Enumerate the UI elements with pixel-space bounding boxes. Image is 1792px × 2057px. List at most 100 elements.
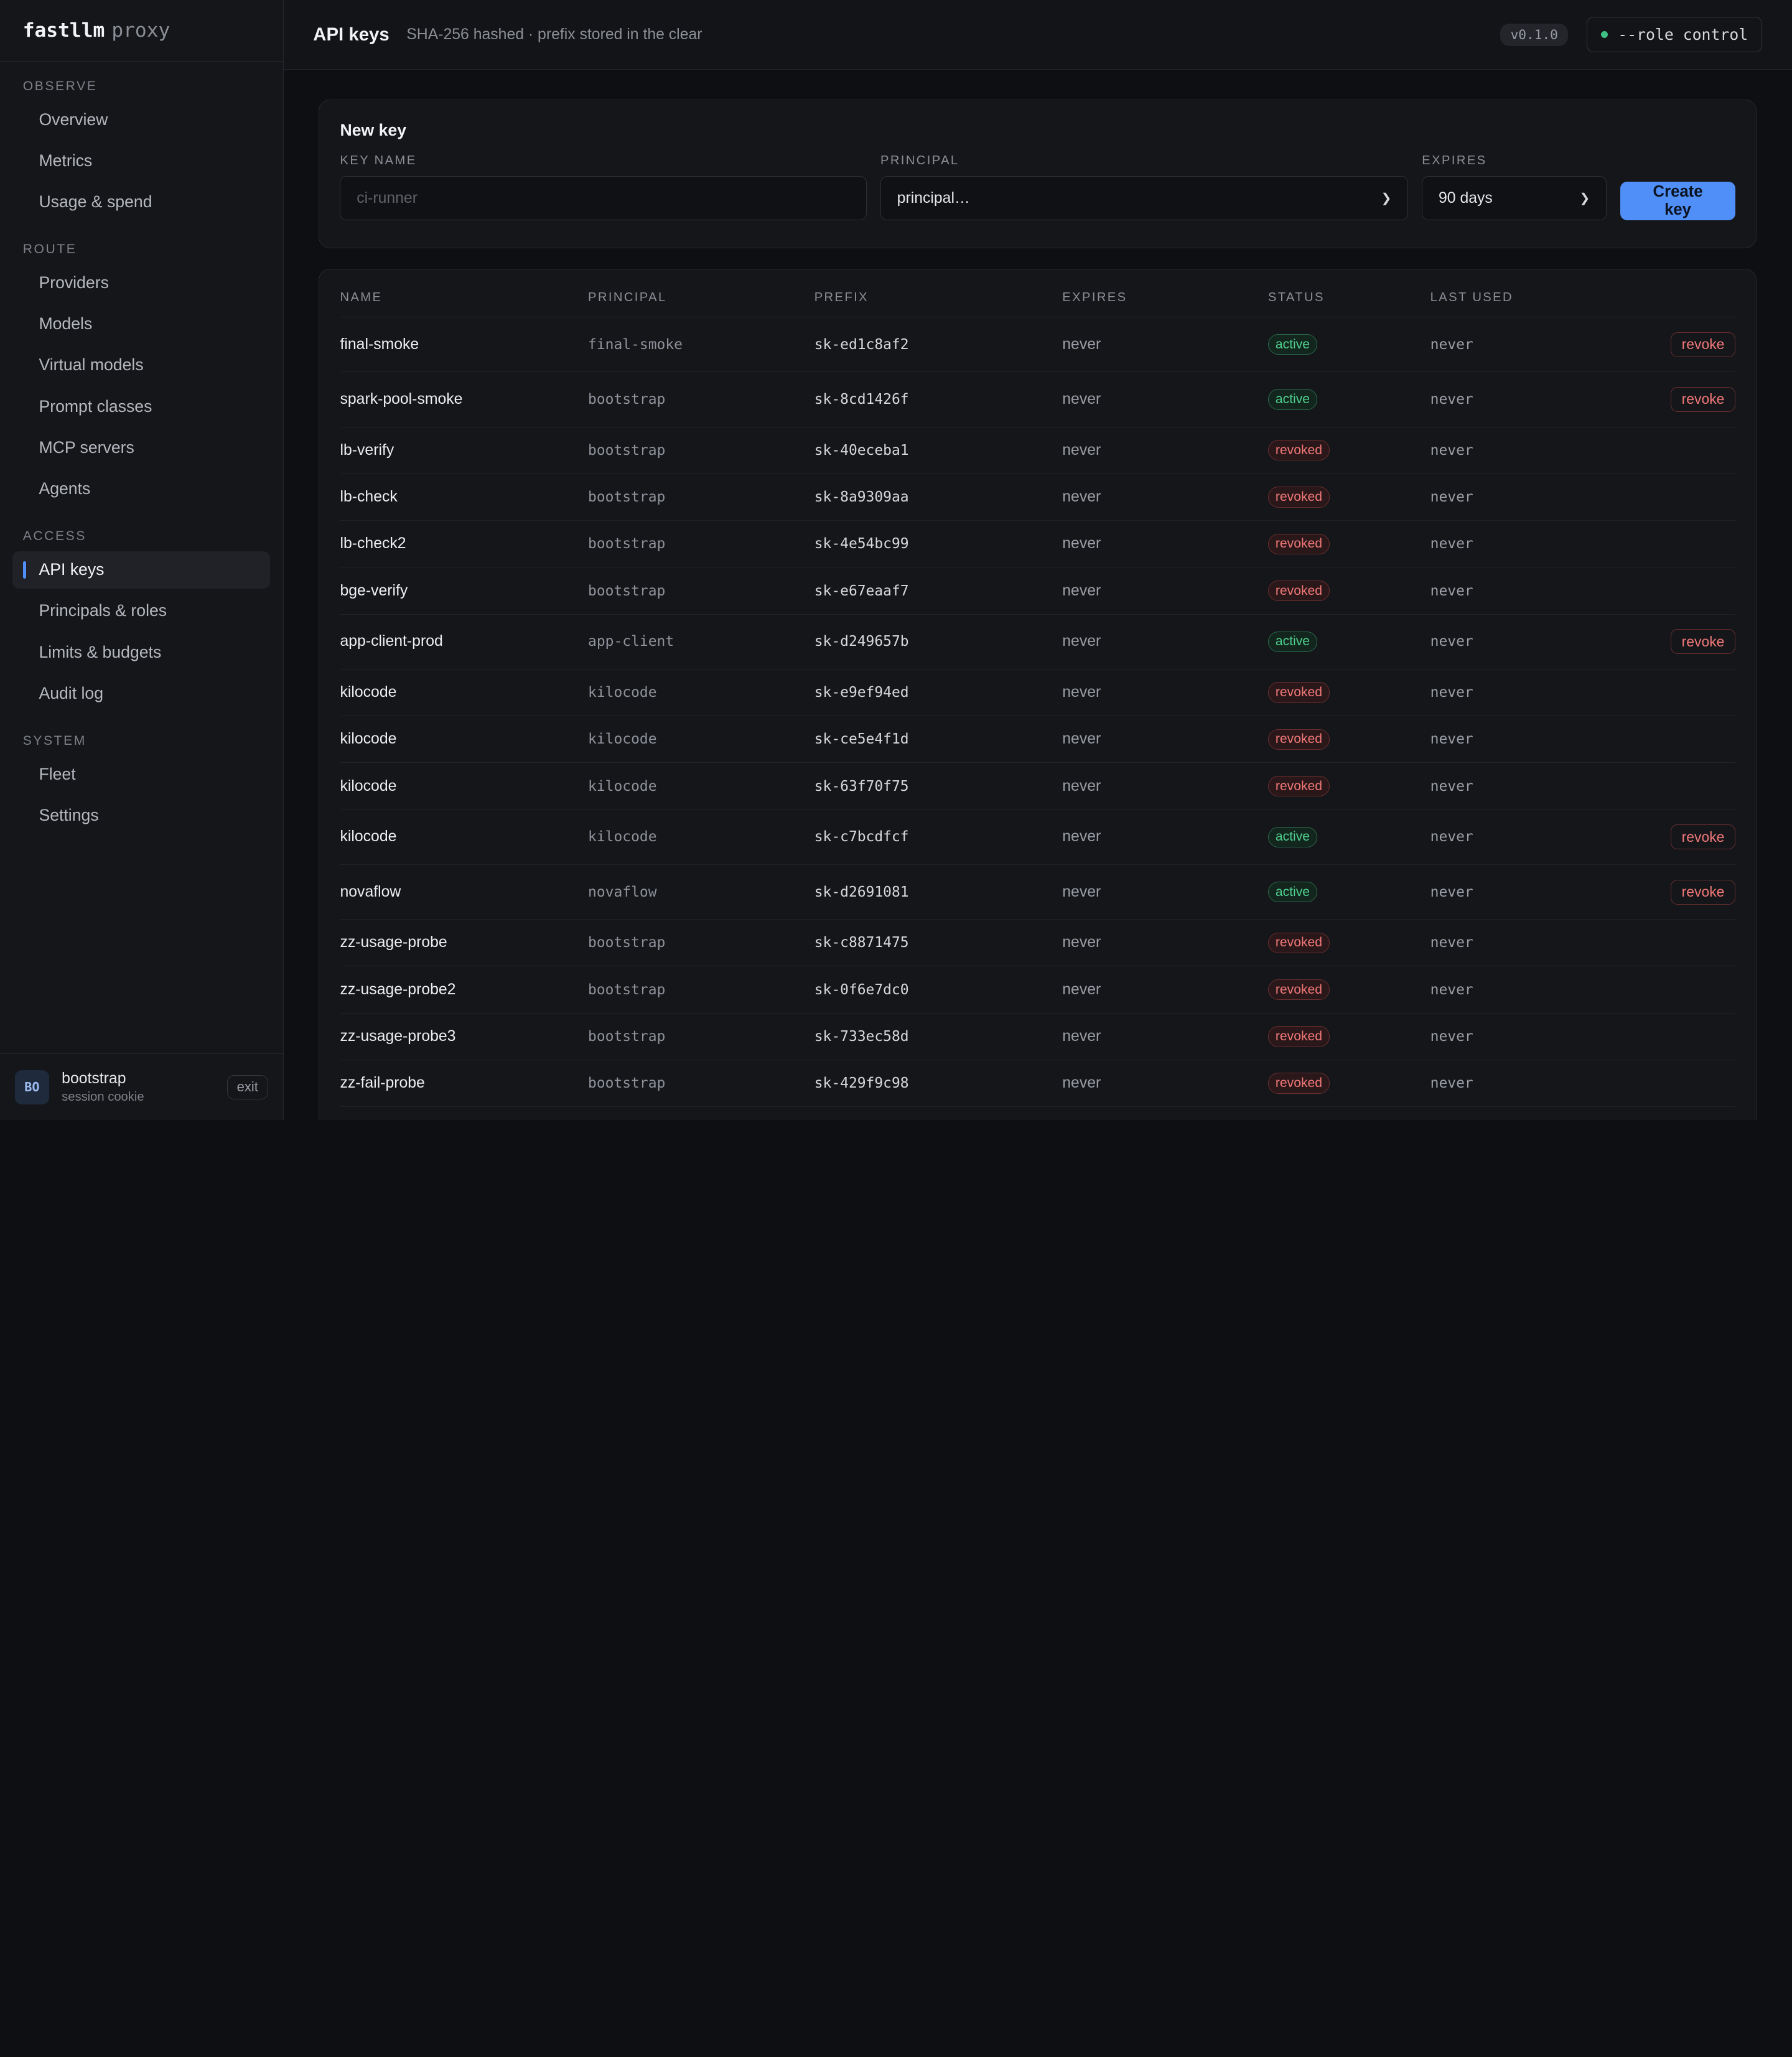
column-header: EXPIRES — [1062, 269, 1268, 318]
status-cell: active — [1267, 864, 1430, 920]
prefix-cell: sk-c8871475 — [814, 919, 1063, 967]
key-name-cell: kilocode — [340, 669, 589, 717]
sidebar-item-metrics[interactable]: Metrics — [12, 142, 270, 180]
expires-select[interactable]: 90 days ❯ — [1422, 175, 1607, 221]
principal-cell: bootstrap — [588, 520, 814, 568]
role-switch-button[interactable]: --role control — [1586, 17, 1763, 52]
revoke-button[interactable]: revoke — [1671, 629, 1735, 655]
prefix-cell: sk-e9ef94ed — [814, 669, 1063, 717]
prefix-cell: sk-40eceba1 — [814, 427, 1063, 474]
column-header: LAST USED — [1430, 269, 1636, 318]
last-used-cell: never — [1430, 716, 1636, 763]
principal-cell: bootstrap — [588, 473, 814, 521]
status-badge: revoked — [1267, 932, 1330, 953]
revoke-button[interactable]: revoke — [1671, 824, 1735, 850]
prefix-cell: sk-e67eaaf7 — [814, 567, 1063, 615]
key-name-cell: zz-usage-probe — [340, 919, 589, 967]
revoke-button[interactable]: revoke — [1671, 879, 1735, 905]
actions-cell — [1636, 1013, 1735, 1060]
status-cell: revoked — [1267, 919, 1430, 967]
revoke-button[interactable]: revoke — [1671, 332, 1735, 357]
create-key-button[interactable]: Create key — [1620, 181, 1735, 221]
prefix-cell: sk-0f6e7dc0 — [814, 966, 1063, 1014]
table-row: zz-usage-probe bootstrap sk-c8871475 never r… — [340, 919, 1735, 967]
status-cell: revoked — [1267, 473, 1430, 521]
brand-logo[interactable]: fastllm proxy — [0, 0, 283, 62]
actions-cell — [1636, 473, 1735, 521]
session-user-name: bootstrap — [62, 1070, 126, 1087]
sidebar-item-api-keys[interactable]: API keys — [12, 551, 271, 589]
key-name-cell: zz-usage-probe2 — [340, 966, 589, 1014]
column-header: PRINCIPAL — [588, 269, 814, 318]
principal-cell: bootstrap — [588, 966, 814, 1014]
last-used-cell: never — [1430, 371, 1636, 427]
sidebar-item-fleet[interactable]: Fleet — [12, 755, 270, 793]
key-name-input[interactable]: ci-runner — [340, 175, 867, 221]
table-header-row: NAME PRINCIPAL PREFIX EXPIRES STATUS LAST USE… — [340, 269, 1735, 318]
sidebar-item-overview[interactable]: Overview — [12, 101, 270, 139]
principal-cell: app-client — [588, 614, 814, 669]
principal-cell: bootstrap — [588, 919, 814, 967]
table-row: spark-pool-smoke bootstrap sk-8cd1426f neve… — [340, 371, 1735, 427]
sidebar-item-audit-log[interactable]: Audit log — [12, 674, 270, 712]
status-badge: revoked — [1267, 1026, 1330, 1047]
actions-cell: revoke — [1636, 317, 1735, 373]
table-body: final-smoke final-smoke sk-ed1c8af2 never ac… — [340, 317, 1735, 1108]
principal-label: PRINCIPAL — [880, 153, 959, 167]
sidebar-item-mcp-servers[interactable]: MCP servers — [12, 429, 270, 467]
prefix-cell: sk-63f70f75 — [814, 762, 1063, 810]
sidebar-item-usage-spend[interactable]: Usage & spend — [12, 183, 270, 221]
sidebar-item-providers[interactable]: Providers — [12, 264, 270, 302]
actions-cell — [1636, 762, 1735, 810]
status-cell: revoked — [1267, 1060, 1430, 1108]
last-used-cell: never — [1430, 919, 1636, 967]
sidebar-item-models[interactable]: Models — [12, 306, 270, 343]
column-header: NAME — [340, 269, 589, 318]
key-name-label: KEY NAME — [340, 153, 417, 167]
expires-label: EXPIRES — [1422, 153, 1487, 167]
key-name-cell: app-client-prod — [340, 614, 589, 669]
expires-cell: never — [1062, 809, 1268, 865]
prefix-cell: sk-8cd1426f — [814, 371, 1063, 427]
nav-section: SYSTEM Fleet Settings — [0, 716, 283, 834]
status-cell: revoked — [1267, 1013, 1430, 1060]
expires-cell: never — [1062, 716, 1268, 763]
actions-cell — [1636, 716, 1735, 763]
principal-select[interactable]: principal… ❯ — [880, 175, 1409, 221]
revoke-button[interactable]: revoke — [1671, 386, 1735, 412]
expires-cell: never — [1062, 317, 1268, 373]
key-name-cell: lb-check — [340, 473, 589, 521]
sidebar-item-prompt-classes[interactable]: Prompt classes — [12, 388, 270, 426]
sidebar-item-agents[interactable]: Agents — [12, 470, 270, 508]
principal-cell: bootstrap — [588, 1013, 814, 1060]
expires-cell: never — [1062, 371, 1268, 427]
last-used-cell: never — [1430, 614, 1636, 669]
sidebar-item-principals-roles[interactable]: Principals & roles — [12, 592, 270, 630]
sidebar-item-settings[interactable]: Settings — [12, 796, 270, 834]
key-name-cell: bge-verify — [340, 567, 589, 615]
sidebar-item-virtual-models[interactable]: Virtual models — [12, 347, 270, 385]
sidebar-item-limits-budgets[interactable]: Limits & budgets — [12, 633, 270, 671]
nav-section: OBSERVE Overview Metrics Usage & spend — [0, 62, 283, 220]
table-row: lb-check bootstrap sk-8a9309aa never revoked… — [340, 473, 1735, 521]
last-used-cell: never — [1430, 762, 1636, 810]
exit-button[interactable]: exit — [226, 1075, 268, 1099]
form-title: New key — [340, 120, 407, 139]
table-row: lb-verify bootstrap sk-40eceba1 never revoke… — [340, 427, 1735, 474]
status-badge: active — [1267, 334, 1318, 355]
last-used-cell: never — [1430, 1013, 1636, 1060]
principal-select-value: principal… — [897, 189, 970, 207]
key-name-cell: kilocode — [340, 716, 589, 763]
actions-cell — [1636, 520, 1735, 568]
nav-section-header: ACCESS — [22, 529, 86, 544]
status-cell: revoked — [1267, 716, 1430, 763]
actions-cell: revoke — [1636, 614, 1735, 669]
status-badge: revoked — [1267, 440, 1330, 461]
expires-cell: never — [1062, 1013, 1268, 1060]
expires-select-value: 90 days — [1439, 189, 1493, 207]
expires-cell: never — [1062, 473, 1268, 521]
last-used-cell: never — [1430, 473, 1636, 521]
status-badge: revoked — [1267, 682, 1330, 703]
expires-cell: never — [1062, 614, 1268, 669]
api-keys-table: NAME PRINCIPAL PREFIX EXPIRES STATUS LAST USE… — [340, 269, 1735, 1108]
